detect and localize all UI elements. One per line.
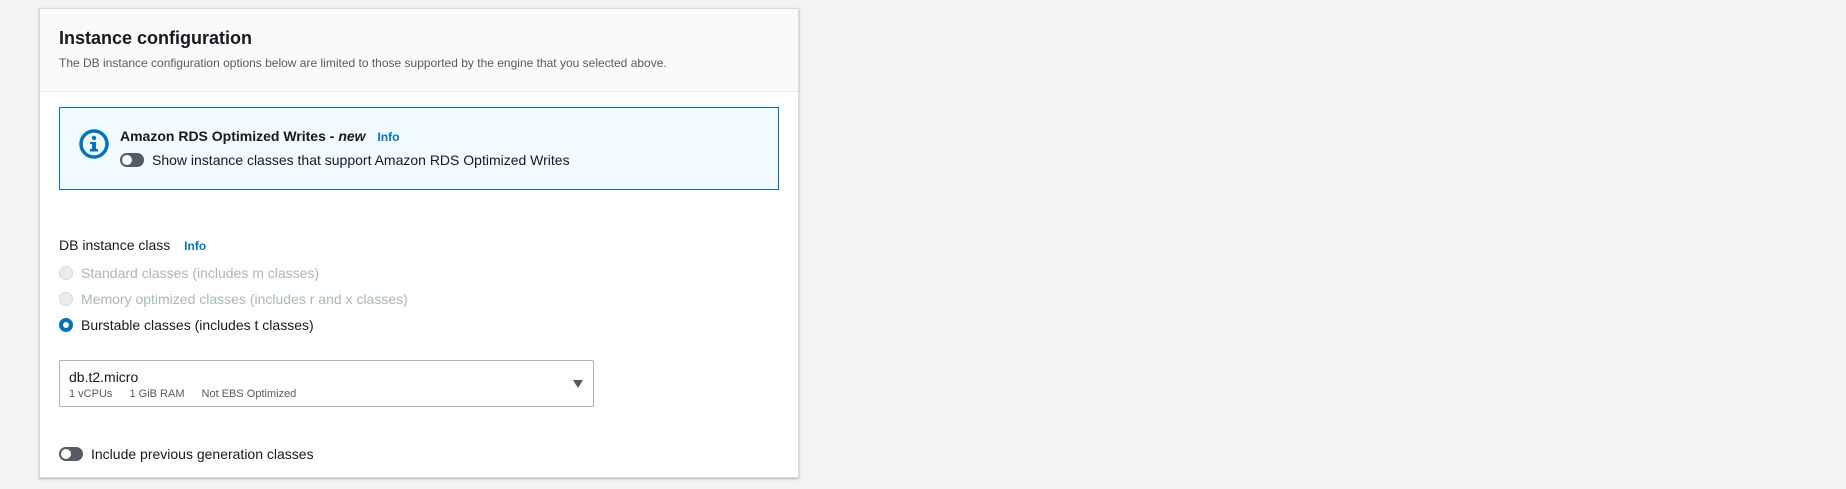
previous-generation-toggle[interactable] [59, 447, 83, 461]
select-tag-ebs: Not EBS Optimized [201, 388, 297, 400]
db-instance-class-label: DB instance class Info [59, 237, 206, 253]
previous-generation-toggle-label: Include previous generation classes [91, 446, 314, 462]
optimized-writes-toggle-row: Show instance classes that support Amazo… [120, 152, 570, 168]
optimized-writes-info-link[interactable]: Info [377, 130, 399, 144]
info-circle-icon [79, 129, 109, 159]
optimized-writes-info-box: Amazon RDS Optimized Writes - new Info S… [59, 107, 779, 190]
section-title: Instance configuration [59, 28, 253, 48]
instance-configuration-panel: Instance configuration The DB instance c… [39, 8, 799, 478]
select-value: db.t2.micro [69, 369, 139, 385]
toggle-knob [61, 449, 71, 459]
panel-header: Instance configuration The DB instance c… [40, 9, 798, 92]
radio-button[interactable] [59, 266, 73, 280]
previous-generation-toggle-row: Include previous generation classes [59, 446, 314, 462]
db-instance-class-label-text: DB instance class [59, 237, 171, 253]
caret-down-icon [573, 380, 583, 388]
radio-button[interactable] [59, 318, 73, 332]
radio-burstable-classes[interactable]: Burstable classes (includes t classes) [59, 317, 314, 333]
select-tags: 1 vCPUs 1 GiB RAM Not EBS Optimized [69, 388, 310, 400]
optimized-writes-toggle-label: Show instance classes that support Amazo… [152, 152, 570, 168]
optimized-writes-new-tag: new [338, 128, 366, 144]
radio-button[interactable] [59, 292, 73, 306]
radio-memory-optimized-classes[interactable]: Memory optimized classes (includes r and… [59, 291, 408, 307]
db-instance-class-info-link[interactable]: Info [184, 239, 206, 253]
optimized-writes-toggle[interactable] [120, 153, 144, 167]
toggle-knob [122, 155, 132, 165]
select-tag-ram: 1 GiB RAM [129, 388, 185, 400]
radio-label: Standard classes (includes m classes) [81, 265, 320, 281]
radio-label: Burstable classes (includes t classes) [81, 317, 314, 333]
optimized-writes-title-text: Amazon RDS Optimized Writes - [120, 128, 339, 144]
radio-label: Memory optimized classes (includes r and… [81, 291, 408, 307]
select-tag-vcpu: 1 vCPUs [69, 388, 113, 400]
radio-standard-classes[interactable]: Standard classes (includes m classes) [59, 265, 319, 281]
section-description: The DB instance configuration options be… [59, 56, 667, 70]
optimized-writes-title: Amazon RDS Optimized Writes - new Info [120, 128, 399, 144]
instance-class-select[interactable]: db.t2.micro 1 vCPUs 1 GiB RAM Not EBS Op… [59, 360, 594, 407]
